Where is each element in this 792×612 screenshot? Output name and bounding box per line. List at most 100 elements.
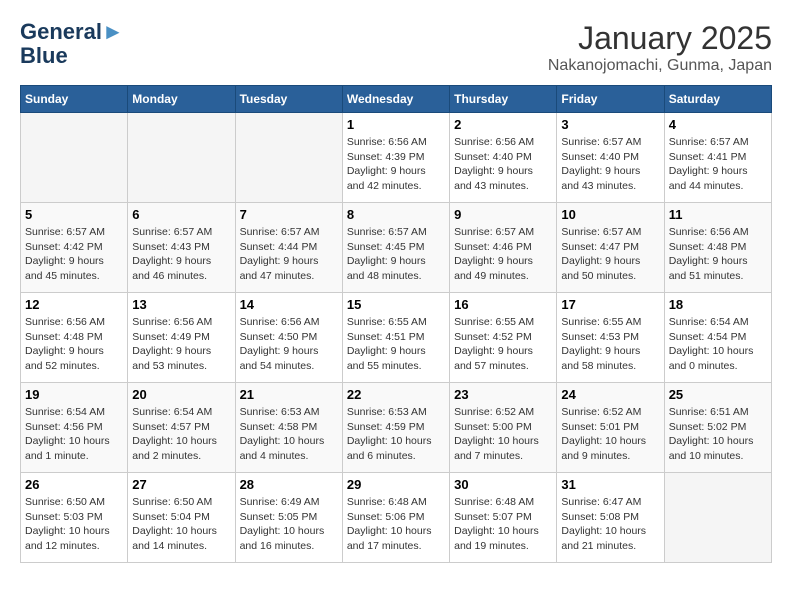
- day-cell: [664, 473, 771, 563]
- day-cell: [21, 113, 128, 203]
- day-cell: 27 Sunrise: 6:50 AMSunset: 5:04 PMDayligh…: [128, 473, 235, 563]
- day-info: Sunrise: 6:56 AMSunset: 4:48 PMDaylight:…: [25, 315, 123, 374]
- day-info: Sunrise: 6:54 AMSunset: 4:57 PMDaylight:…: [132, 405, 230, 464]
- day-number: 29: [347, 477, 445, 492]
- day-cell: 13 Sunrise: 6:56 AMSunset: 4:49 PMDayligh…: [128, 293, 235, 383]
- day-cell: 22Sunrise: 6:53 AMSunset: 4:59 PMDayligh…: [342, 383, 449, 473]
- day-cell: 29 Sunrise: 6:48 AMSunset: 5:06 PMDayligh…: [342, 473, 449, 563]
- day-info: Sunrise: 6:49 AMSunset: 5:05 PMDaylight:…: [240, 495, 338, 554]
- day-number: 2: [454, 117, 552, 132]
- day-number: 18: [669, 297, 767, 312]
- day-number: 17: [561, 297, 659, 312]
- day-info: Sunrise: 6:56 AMSunset: 4:50 PMDaylight:…: [240, 315, 338, 374]
- calendar-table: SundayMondayTuesdayWednesdayThursdayFrid…: [20, 85, 772, 563]
- day-number: 10: [561, 207, 659, 222]
- day-number: 14: [240, 297, 338, 312]
- day-number: 27: [132, 477, 230, 492]
- day-info: Sunrise: 6:56 AMSunset: 4:48 PMDaylight:…: [669, 225, 767, 284]
- day-info: Sunrise: 6:54 AMSunset: 4:54 PMDaylight:…: [669, 315, 767, 374]
- day-info: Sunrise: 6:57 AMSunset: 4:47 PMDaylight:…: [561, 225, 659, 284]
- location: Nakanojomachi, Gunma, Japan: [548, 57, 772, 75]
- day-number: 24: [561, 387, 659, 402]
- day-cell: 18 Sunrise: 6:54 AMSunset: 4:54 PMDayligh…: [664, 293, 771, 383]
- day-number: 20: [132, 387, 230, 402]
- weekday-header-friday: Friday: [557, 86, 664, 113]
- weekday-header-saturday: Saturday: [664, 86, 771, 113]
- day-number: 16: [454, 297, 552, 312]
- weekday-header-thursday: Thursday: [450, 86, 557, 113]
- day-info: Sunrise: 6:52 AMSunset: 5:00 PMDaylight:…: [454, 405, 552, 464]
- day-cell: 4 Sunrise: 6:57 AMSunset: 4:41 PMDaylight…: [664, 113, 771, 203]
- title-section: January 2025 Nakanojomachi, Gunma, Japan: [548, 20, 772, 75]
- day-cell: [128, 113, 235, 203]
- day-info: Sunrise: 6:48 AMSunset: 5:06 PMDaylight:…: [347, 495, 445, 554]
- day-number: 4: [669, 117, 767, 132]
- day-cell: 19 Sunrise: 6:54 AMSunset: 4:56 PMDayligh…: [21, 383, 128, 473]
- day-number: 9: [454, 207, 552, 222]
- day-number: 12: [25, 297, 123, 312]
- day-number: 15: [347, 297, 445, 312]
- day-number: 25: [669, 387, 767, 402]
- day-number: 28: [240, 477, 338, 492]
- weekday-header-sunday: Sunday: [21, 86, 128, 113]
- day-info: Sunrise: 6:57 AMSunset: 4:45 PMDaylight:…: [347, 225, 445, 284]
- logo: General►Blue: [20, 20, 124, 68]
- day-number: 23: [454, 387, 552, 402]
- day-info: Sunrise: 6:50 AMSunset: 5:04 PMDaylight:…: [132, 495, 230, 554]
- weekday-header-wednesday: Wednesday: [342, 86, 449, 113]
- day-cell: 12 Sunrise: 6:56 AMSunset: 4:48 PMDayligh…: [21, 293, 128, 383]
- day-info: Sunrise: 6:57 AMSunset: 4:46 PMDaylight:…: [454, 225, 552, 284]
- week-row-5: 26Sunrise: 6:50 AMSunset: 5:03 PMDayligh…: [21, 473, 772, 563]
- day-number: 8: [347, 207, 445, 222]
- day-cell: 31 Sunrise: 6:47 AMSunset: 5:08 PMDayligh…: [557, 473, 664, 563]
- day-number: 3: [561, 117, 659, 132]
- day-info: Sunrise: 6:57 AMSunset: 4:44 PMDaylight:…: [240, 225, 338, 284]
- day-number: 7: [240, 207, 338, 222]
- day-cell: 16Sunrise: 6:55 AMSunset: 4:52 PMDayligh…: [450, 293, 557, 383]
- day-info: Sunrise: 6:52 AMSunset: 5:01 PMDaylight:…: [561, 405, 659, 464]
- day-cell: 21 Sunrise: 6:53 AMSunset: 4:58 PMDayligh…: [235, 383, 342, 473]
- day-cell: 11 Sunrise: 6:56 AMSunset: 4:48 PMDayligh…: [664, 203, 771, 293]
- day-number: 6: [132, 207, 230, 222]
- day-info: Sunrise: 6:50 AMSunset: 5:03 PMDaylight:…: [25, 495, 123, 554]
- day-info: Sunrise: 6:56 AMSunset: 4:39 PMDaylight:…: [347, 135, 445, 194]
- day-cell: 9 Sunrise: 6:57 AMSunset: 4:46 PMDaylight…: [450, 203, 557, 293]
- day-info: Sunrise: 6:53 AMSunset: 4:58 PMDaylight:…: [240, 405, 338, 464]
- day-info: Sunrise: 6:48 AMSunset: 5:07 PMDaylight:…: [454, 495, 552, 554]
- week-row-4: 19 Sunrise: 6:54 AMSunset: 4:56 PMDayligh…: [21, 383, 772, 473]
- day-info: Sunrise: 6:56 AMSunset: 4:49 PMDaylight:…: [132, 315, 230, 374]
- day-info: Sunrise: 6:57 AMSunset: 4:40 PMDaylight:…: [561, 135, 659, 194]
- day-number: 11: [669, 207, 767, 222]
- day-info: Sunrise: 6:54 AMSunset: 4:56 PMDaylight:…: [25, 405, 123, 464]
- page-header: General►Blue January 2025 Nakanojomachi,…: [20, 20, 772, 75]
- day-number: 1: [347, 117, 445, 132]
- day-number: 5: [25, 207, 123, 222]
- day-cell: 30 Sunrise: 6:48 AMSunset: 5:07 PMDayligh…: [450, 473, 557, 563]
- day-cell: 1 Sunrise: 6:56 AMSunset: 4:39 PMDaylight…: [342, 113, 449, 203]
- week-row-3: 12 Sunrise: 6:56 AMSunset: 4:48 PMDayligh…: [21, 293, 772, 383]
- day-info: Sunrise: 6:55 AMSunset: 4:51 PMDaylight:…: [347, 315, 445, 374]
- weekday-header-row: SundayMondayTuesdayWednesdayThursdayFrid…: [21, 86, 772, 113]
- day-number: 30: [454, 477, 552, 492]
- day-cell: 17 Sunrise: 6:55 AMSunset: 4:53 PMDayligh…: [557, 293, 664, 383]
- day-number: 13: [132, 297, 230, 312]
- day-info: Sunrise: 6:55 AMSunset: 4:53 PMDaylight:…: [561, 315, 659, 374]
- day-cell: 20 Sunrise: 6:54 AMSunset: 4:57 PMDayligh…: [128, 383, 235, 473]
- weekday-header-tuesday: Tuesday: [235, 86, 342, 113]
- day-cell: 8 Sunrise: 6:57 AMSunset: 4:45 PMDaylight…: [342, 203, 449, 293]
- day-number: 19: [25, 387, 123, 402]
- day-number: 31: [561, 477, 659, 492]
- day-number: 21: [240, 387, 338, 402]
- day-info: Sunrise: 6:47 AMSunset: 5:08 PMDaylight:…: [561, 495, 659, 554]
- day-cell: 24 Sunrise: 6:52 AMSunset: 5:01 PMDayligh…: [557, 383, 664, 473]
- day-cell: 6Sunrise: 6:57 AMSunset: 4:43 PMDaylight…: [128, 203, 235, 293]
- month-title: January 2025: [548, 20, 772, 57]
- day-cell: 7 Sunrise: 6:57 AMSunset: 4:44 PMDaylight…: [235, 203, 342, 293]
- day-cell: 3 Sunrise: 6:57 AMSunset: 4:40 PMDaylight…: [557, 113, 664, 203]
- day-info: Sunrise: 6:57 AMSunset: 4:41 PMDaylight:…: [669, 135, 767, 194]
- day-info: Sunrise: 6:56 AMSunset: 4:40 PMDaylight:…: [454, 135, 552, 194]
- day-cell: 10 Sunrise: 6:57 AMSunset: 4:47 PMDayligh…: [557, 203, 664, 293]
- day-info: Sunrise: 6:51 AMSunset: 5:02 PMDaylight:…: [669, 405, 767, 464]
- day-cell: 26Sunrise: 6:50 AMSunset: 5:03 PMDayligh…: [21, 473, 128, 563]
- day-cell: 28 Sunrise: 6:49 AMSunset: 5:05 PMDayligh…: [235, 473, 342, 563]
